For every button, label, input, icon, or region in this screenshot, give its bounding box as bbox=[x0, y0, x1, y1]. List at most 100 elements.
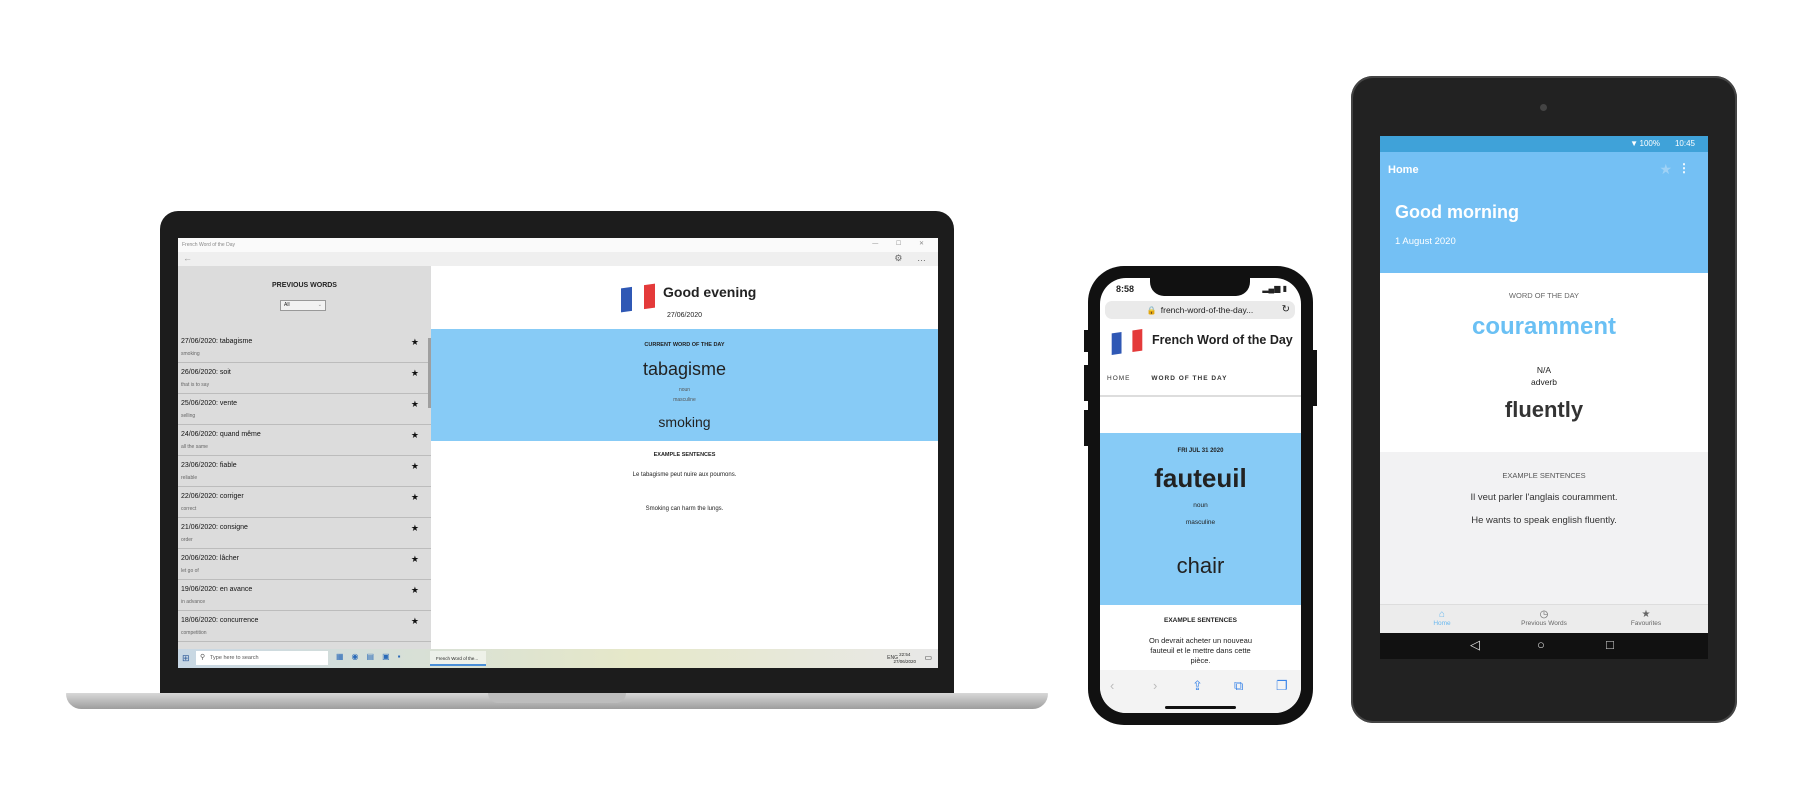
bookmarks-icon[interactable]: ⧉ bbox=[1234, 678, 1243, 694]
examples-section: EXAMPLE SENTENCES Il veut parler l'angla… bbox=[1380, 452, 1708, 604]
list-item-word: 26/06/2020: soit bbox=[181, 369, 231, 376]
share-icon[interactable]: ⇪ bbox=[1192, 678, 1203, 694]
taskbar-app-button[interactable]: French Word of the... bbox=[430, 651, 486, 666]
list-item-word: 27/06/2020: tabagisme bbox=[181, 338, 253, 345]
star-icon[interactable]: ★ bbox=[411, 554, 419, 565]
list-item-word: 21/06/2020: consigne bbox=[181, 524, 248, 531]
star-icon[interactable]: ★ bbox=[411, 461, 419, 472]
list-item[interactable]: 26/06/2020: soit that is to say ★ bbox=[178, 363, 431, 394]
signal-wifi-battery-icon: ▂▄▆ ▮ bbox=[1262, 284, 1287, 293]
list-item[interactable]: 19/06/2020: en avance in advance ★ bbox=[178, 580, 431, 611]
part-of-speech: adverb bbox=[1531, 377, 1557, 387]
list-item[interactable]: 25/06/2020: vente selling ★ bbox=[178, 394, 431, 425]
star-icon[interactable]: ★ bbox=[411, 492, 419, 503]
list-item-word: 24/06/2020: quand même bbox=[181, 431, 261, 438]
windows-start-icon[interactable]: ⊞ bbox=[182, 653, 190, 664]
tabs-icon[interactable]: ❐ bbox=[1276, 678, 1288, 694]
greeting: Good morning bbox=[1395, 202, 1519, 222]
list-item-translation: reliable bbox=[181, 475, 198, 481]
star-icon[interactable]: ★ bbox=[411, 399, 419, 410]
list-item-word: 19/06/2020: en avance bbox=[181, 586, 253, 593]
battery-level: 100% bbox=[1639, 139, 1660, 148]
star-icon[interactable]: ★ bbox=[411, 430, 419, 441]
list-item[interactable]: 21/06/2020: consigne order ★ bbox=[178, 518, 431, 549]
taskbar-clock[interactable]: 22:54 27/06/2020 bbox=[893, 651, 916, 665]
nav-recents-icon[interactable]: □ bbox=[1606, 637, 1614, 652]
french-word: fauteuil bbox=[1154, 463, 1247, 493]
list-item[interactable]: 18/06/2020: concurrence competition ★ bbox=[178, 611, 431, 642]
list-item[interactable]: 22/06/2020: corriger correct ★ bbox=[178, 487, 431, 518]
tab-home[interactable]: ⌂ Home bbox=[1392, 609, 1492, 627]
translation: chair bbox=[1176, 553, 1225, 578]
back-arrow-icon[interactable]: ← bbox=[183, 253, 192, 263]
list-item[interactable]: 23/06/2020: fiable reliable ★ bbox=[178, 456, 431, 487]
laptop-base-notch bbox=[488, 693, 626, 703]
pinned-app-icons[interactable]: ▦◉▤▣▪ bbox=[336, 652, 409, 661]
bottom-tab-bar: ⌂ Home ◷ Previous Words ★ Favourites bbox=[1380, 604, 1708, 633]
list-item-word: 18/06/2020: concurrence bbox=[181, 617, 259, 624]
list-item-word: 23/06/2020: fiable bbox=[181, 462, 237, 469]
overflow-menu-icon[interactable]: ⋮ bbox=[1678, 161, 1690, 175]
star-icon[interactable]: ★ bbox=[411, 368, 419, 379]
greeting: Good evening bbox=[663, 284, 757, 300]
date: 1 August 2020 bbox=[1395, 236, 1456, 247]
search-icon: ⚲ bbox=[200, 654, 206, 661]
app-title: French Word of the Day bbox=[1152, 333, 1293, 347]
list-item-translation: smoking bbox=[181, 351, 200, 357]
phone-side-button bbox=[1084, 330, 1088, 352]
favourite-star-icon[interactable]: ★ bbox=[1659, 161, 1672, 178]
clock-icon: ◷ bbox=[1539, 609, 1549, 620]
translation: smoking bbox=[658, 414, 711, 430]
header-title: Home bbox=[1388, 164, 1419, 176]
list-item-translation: in advance bbox=[181, 599, 206, 605]
notification-icon[interactable]: ▭ bbox=[924, 653, 932, 662]
star-icon[interactable]: ★ bbox=[411, 523, 419, 534]
tab-favourites[interactable]: ★ Favourites bbox=[1596, 609, 1696, 627]
example-sentence-en: He wants to speak english fluently. bbox=[1471, 515, 1617, 526]
nav-back-icon[interactable]: ◁ bbox=[1470, 637, 1480, 653]
word-card: CURRENT WORD OF THE DAY tabagisme noun m… bbox=[431, 329, 938, 441]
list-item-word: 22/06/2020: corriger bbox=[181, 493, 244, 500]
list-item[interactable]: 27/06/2020: tabagisme smoking ★ bbox=[178, 332, 431, 363]
forward-icon[interactable]: › bbox=[1153, 678, 1157, 693]
nav-word-of-the-day[interactable]: WORD OF THE DAY bbox=[1151, 375, 1227, 382]
example-sentence-en: Smoking can harm the lungs. bbox=[645, 506, 724, 512]
site-nav: HOME WORD OF THE DAY bbox=[1107, 375, 1245, 382]
filter-select[interactable]: All ⌄ bbox=[280, 300, 326, 311]
example-sentence-fr: Il veut parler l'anglais couramment. bbox=[1470, 492, 1618, 503]
french-word: couramment bbox=[1471, 313, 1617, 340]
star-icon[interactable]: ★ bbox=[411, 616, 419, 627]
french-word: tabagisme bbox=[642, 359, 727, 379]
address-bar[interactable]: 🔒 french-word-of-the-day... ↻ bbox=[1105, 301, 1295, 319]
part-of-speech: noun bbox=[1193, 502, 1208, 509]
nav-home[interactable]: HOME bbox=[1107, 375, 1131, 382]
list-item[interactable]: 20/06/2020: lâcher let go of ★ bbox=[178, 549, 431, 580]
tab-favourites-label: Favourites bbox=[1630, 620, 1662, 627]
app-header: Home ★ ⋮ Good morning 1 August 2020 bbox=[1380, 152, 1708, 273]
settings-more-icons[interactable]: ⚙ … bbox=[894, 253, 932, 264]
back-icon[interactable]: ‹ bbox=[1110, 678, 1114, 693]
translation: fluently bbox=[1504, 397, 1584, 422]
list-item-translation: correct bbox=[181, 506, 197, 512]
example-sentences-label: EXAMPLE SENTENCES bbox=[1164, 617, 1237, 624]
camera-icon bbox=[1540, 104, 1547, 111]
taskbar-search-input[interactable]: ⚲ Type here to search bbox=[196, 651, 328, 665]
status-time: 8:58 bbox=[1116, 284, 1135, 294]
app-toolbar: ← ⚙ … bbox=[178, 252, 938, 266]
nav-home-icon[interactable]: ○ bbox=[1537, 637, 1545, 652]
previous-words-sidebar: PREVIOUS WORDS All ⌄ 27/06/2020: tabagis… bbox=[178, 266, 431, 649]
tab-previous-words[interactable]: ◷ Previous Words bbox=[1494, 609, 1594, 627]
star-icon[interactable]: ★ bbox=[411, 337, 419, 348]
reload-icon[interactable]: ↻ bbox=[1282, 301, 1290, 319]
phone-power-button bbox=[1313, 350, 1317, 406]
android-status-bar: ▼ 100% 10:45 bbox=[1380, 136, 1708, 152]
example-sentence-fr: Le tabagisme peut nuire aux poumons. bbox=[632, 472, 737, 478]
date: 27/06/2020 bbox=[666, 312, 703, 319]
home-indicator[interactable] bbox=[1165, 706, 1236, 709]
list-item-translation: order bbox=[181, 537, 193, 543]
window-controls[interactable]: — ☐ ✕ bbox=[872, 240, 932, 247]
star-icon[interactable]: ★ bbox=[411, 585, 419, 596]
search-placeholder: Type here to search bbox=[210, 655, 259, 661]
gender: N/A bbox=[1536, 365, 1552, 375]
list-item[interactable]: 24/06/2020: quand même all the same ★ bbox=[178, 425, 431, 456]
